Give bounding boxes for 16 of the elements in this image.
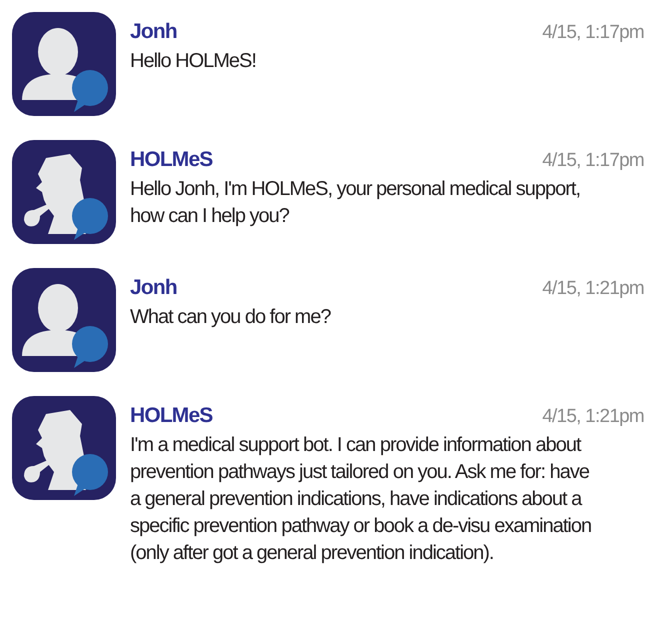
- message-text: Hello HOLMeS!: [130, 48, 257, 74]
- message-time: 4/15, 1:21pm: [542, 277, 644, 301]
- user-avatar-icon: [12, 268, 116, 372]
- message-time: 4/15, 1:17pm: [542, 21, 644, 45]
- message-text: I'm a medical support bot. I can provide information about prevention pathways just tailored on you. Ask me for: have a general prevention indications, have indications about a specific prevention pathway or book a de-visu examination (only after got a general prevention indication).: [130, 432, 592, 566]
- message-text: What can you do for me?: [130, 304, 332, 330]
- profile-silhouette-icon: [12, 140, 116, 244]
- sender-name: Jonh: [130, 19, 177, 45]
- sender-name: HOLMeS: [130, 403, 212, 429]
- sender-name: Jonh: [130, 275, 177, 301]
- sender-name: HOLMeS: [130, 147, 212, 173]
- message-time: 4/15, 1:17pm: [542, 149, 644, 173]
- user-avatar-icon: [12, 12, 116, 116]
- message-time: 4/15, 1:21pm: [542, 405, 644, 429]
- profile-silhouette-icon: [12, 396, 116, 500]
- message-text: Hello Jonh, I'm HOLMeS, your personal medical support, how can I help you?: [130, 176, 582, 228]
